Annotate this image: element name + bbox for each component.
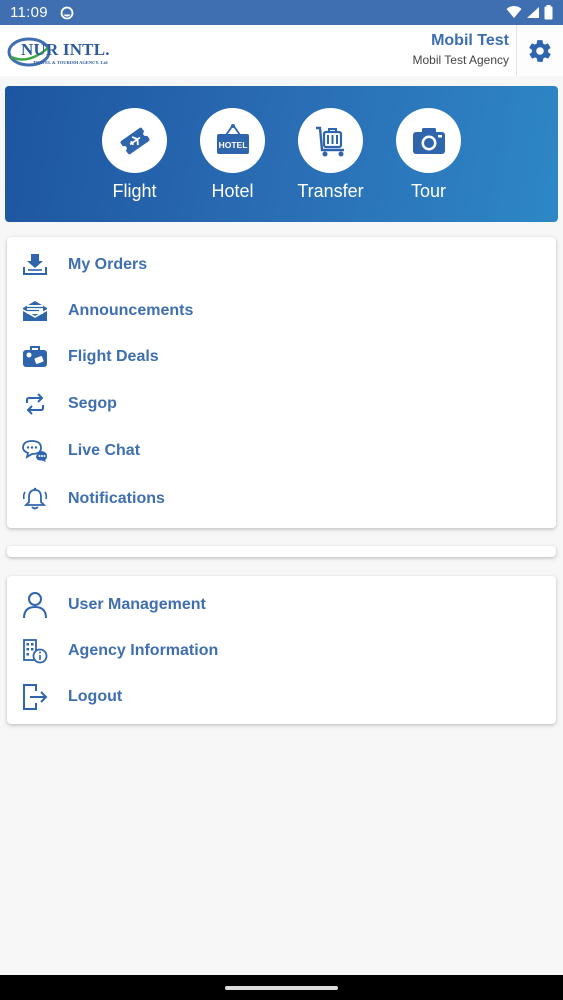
user-icon <box>23 592 47 619</box>
menu-label-flight-deals: Flight Deals <box>68 348 159 365</box>
menu-label-agency-information: Agency Information <box>68 642 219 659</box>
bell-icon <box>22 487 48 510</box>
logo-text: NUR INTL. <box>21 40 110 59</box>
envelope-icon <box>22 301 48 321</box>
signal-icon <box>527 7 539 18</box>
service-flight[interactable]: Flight <box>102 108 168 222</box>
menu-label-announcements: Announcements <box>68 302 194 319</box>
menu-item-announcements[interactable]: Announcements <box>7 291 556 331</box>
wifi-icon <box>506 6 522 19</box>
service-transfer-label: Transfer <box>297 181 364 201</box>
service-tour-label: Tour <box>410 181 446 201</box>
menu-item-flight-deals[interactable]: Flight Deals <box>7 337 556 377</box>
system-nav-bar <box>0 975 563 1000</box>
service-tour[interactable]: Tour <box>396 108 462 222</box>
hotel-sign-icon: HOTEL <box>216 123 249 154</box>
menu-item-agency-information[interactable]: Agency Information <box>7 631 556 671</box>
logo-subtitle: TRAVEL & TOURISM AGENCY. Ltd <box>33 60 108 65</box>
suitcase-icon <box>23 346 47 367</box>
empty-card <box>7 546 556 557</box>
logout-icon <box>23 684 48 710</box>
settings-button[interactable] <box>516 25 563 76</box>
agency-logo: NUR INTL. TRAVEL & TOURISM AGENCY. Ltd <box>7 35 117 71</box>
menu-label-user-management: User Management <box>68 596 206 613</box>
battery-icon <box>544 5 553 20</box>
menu-label-my-orders: My Orders <box>68 256 148 273</box>
status-time: 11:09 <box>10 4 48 21</box>
menu-label-notifications: Notifications <box>68 490 165 507</box>
chat-bubbles-icon <box>22 440 47 462</box>
flight-ticket-icon <box>120 127 149 154</box>
menu-item-segop[interactable]: Segop <box>7 384 556 424</box>
menu-label-segop: Segop <box>68 395 117 412</box>
service-flight-label: Flight <box>112 181 157 201</box>
services-banner: Flight HOTEL Hotel Transfer Tour <box>5 86 558 222</box>
menu-label-live-chat: Live Chat <box>68 442 141 459</box>
repeat-arrows-icon <box>26 393 44 415</box>
menu-item-live-chat[interactable]: Live Chat <box>7 431 556 471</box>
menu-item-user-management[interactable]: User Management <box>7 585 556 625</box>
download-tray-icon <box>23 254 47 275</box>
user-name: Mobil Test <box>431 32 509 49</box>
home-gesture-handle[interactable] <box>225 986 338 990</box>
menu-item-logout[interactable]: Logout <box>7 677 556 717</box>
user-info: Mobil Test Mobil Test Agency <box>413 32 510 67</box>
app-header: NUR INTL. TRAVEL & TOURISM AGENCY. Ltd M… <box>0 25 563 76</box>
service-hotel[interactable]: HOTEL Hotel <box>200 108 266 222</box>
svg-text:HOTEL: HOTEL <box>218 140 247 150</box>
menu-label-logout: Logout <box>68 688 123 705</box>
service-transfer[interactable]: Transfer <box>297 108 364 222</box>
agency-name: Mobil Test Agency <box>412 53 510 67</box>
menu-item-notifications[interactable]: Notifications <box>7 479 556 519</box>
notification-dot-icon <box>60 6 74 19</box>
building-info-icon <box>23 639 48 664</box>
account-menu-card: User Management Agency Information Logou… <box>7 576 556 724</box>
luggage-cart-icon <box>315 126 344 156</box>
menu-item-my-orders[interactable]: My Orders <box>7 245 556 285</box>
gear-icon <box>529 39 551 62</box>
status-bar: 11:09 <box>0 0 563 25</box>
camera-icon <box>412 127 445 154</box>
system-icons <box>506 5 553 20</box>
primary-menu-card: My Orders Announcements Flight Deals Seg… <box>7 237 556 528</box>
service-hotel-label: Hotel <box>211 181 254 201</box>
